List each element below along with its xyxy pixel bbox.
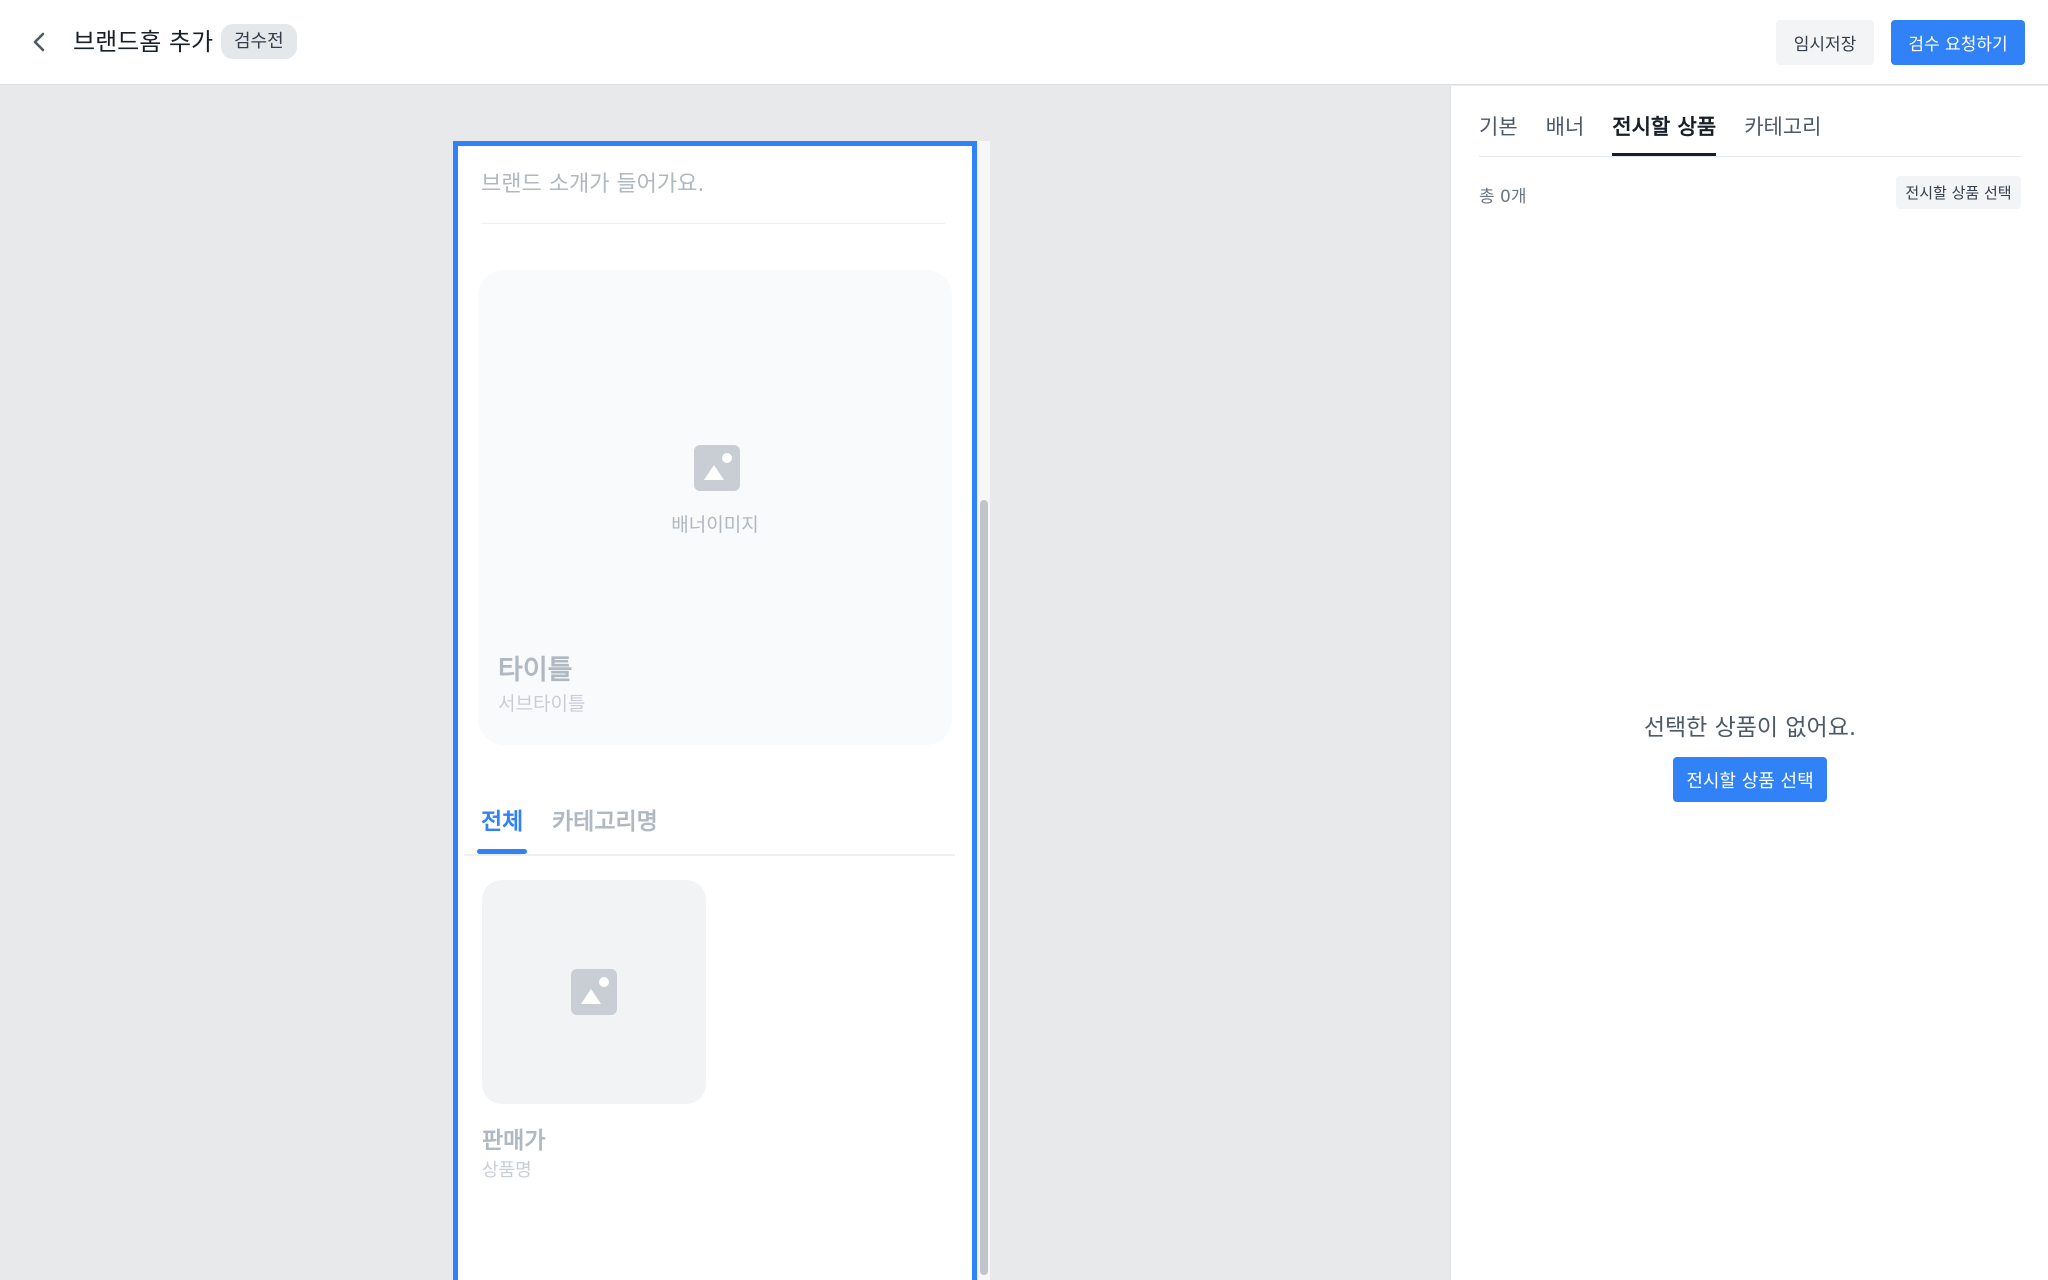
select-products-button[interactable]: 전시할 상품 선택 [1896,176,2021,209]
total-count: 총 0개 [1479,187,1527,207]
tab-display-products[interactable]: 전시할 상품 [1612,112,1716,156]
divider [1479,156,2021,157]
brand-intro-placeholder: 브랜드 소개가 들어가요. [481,172,705,197]
tab-all[interactable]: 전체 [481,802,523,836]
page-title: 브랜드홈 추가 [73,28,214,56]
temp-save-button[interactable]: 임시저장 [1776,20,1874,65]
panel-tabs: 기본 배너 전시할 상품 카테고리 [1479,112,1849,156]
status-badge: 검수전 [221,24,297,59]
select-products-primary-button[interactable]: 전시할 상품 선택 [1673,757,1827,802]
request-review-button[interactable]: 검수 요청하기 [1891,20,2025,65]
tabs-divider [464,854,955,856]
divider [481,223,945,224]
banner-image-label: 배너이미지 [671,514,759,536]
tab-banner[interactable]: 배너 [1546,112,1585,156]
back-button[interactable] [22,24,58,60]
product-name: 상품명 [482,1160,532,1181]
banner-card[interactable]: 배너이미지 타이틀 서브타이틀 [478,270,952,745]
empty-state-message: 선택한 상품이 없어요. [1643,715,1857,741]
brandhome-preview: 브랜드 소개가 들어가요. 배너이미지 타이틀 서브타이틀 전체 카테고리명 판… [453,141,977,1280]
chevron-left-icon [33,32,45,52]
preview-scrollbar-thumb[interactable] [980,500,988,1275]
tab-basic[interactable]: 기본 [1479,112,1518,156]
top-header: 브랜드홈 추가 검수전 임시저장 검수 요청하기 [0,0,2048,85]
image-icon [571,969,617,1015]
settings-panel: 기본 배너 전시할 상품 카테고리 총 0개 전시할 상품 선택 선택한 상품이… [1450,86,2048,1280]
tab-category[interactable]: 카테고리 [1744,112,1821,156]
product-price: 판매가 [482,1128,546,1154]
product-thumbnail[interactable] [482,880,706,1104]
banner-subtitle: 서브타이틀 [498,693,586,715]
tab-category-name[interactable]: 카테고리명 [552,802,658,836]
banner-title: 타이틀 [498,655,573,686]
image-icon [694,445,740,491]
